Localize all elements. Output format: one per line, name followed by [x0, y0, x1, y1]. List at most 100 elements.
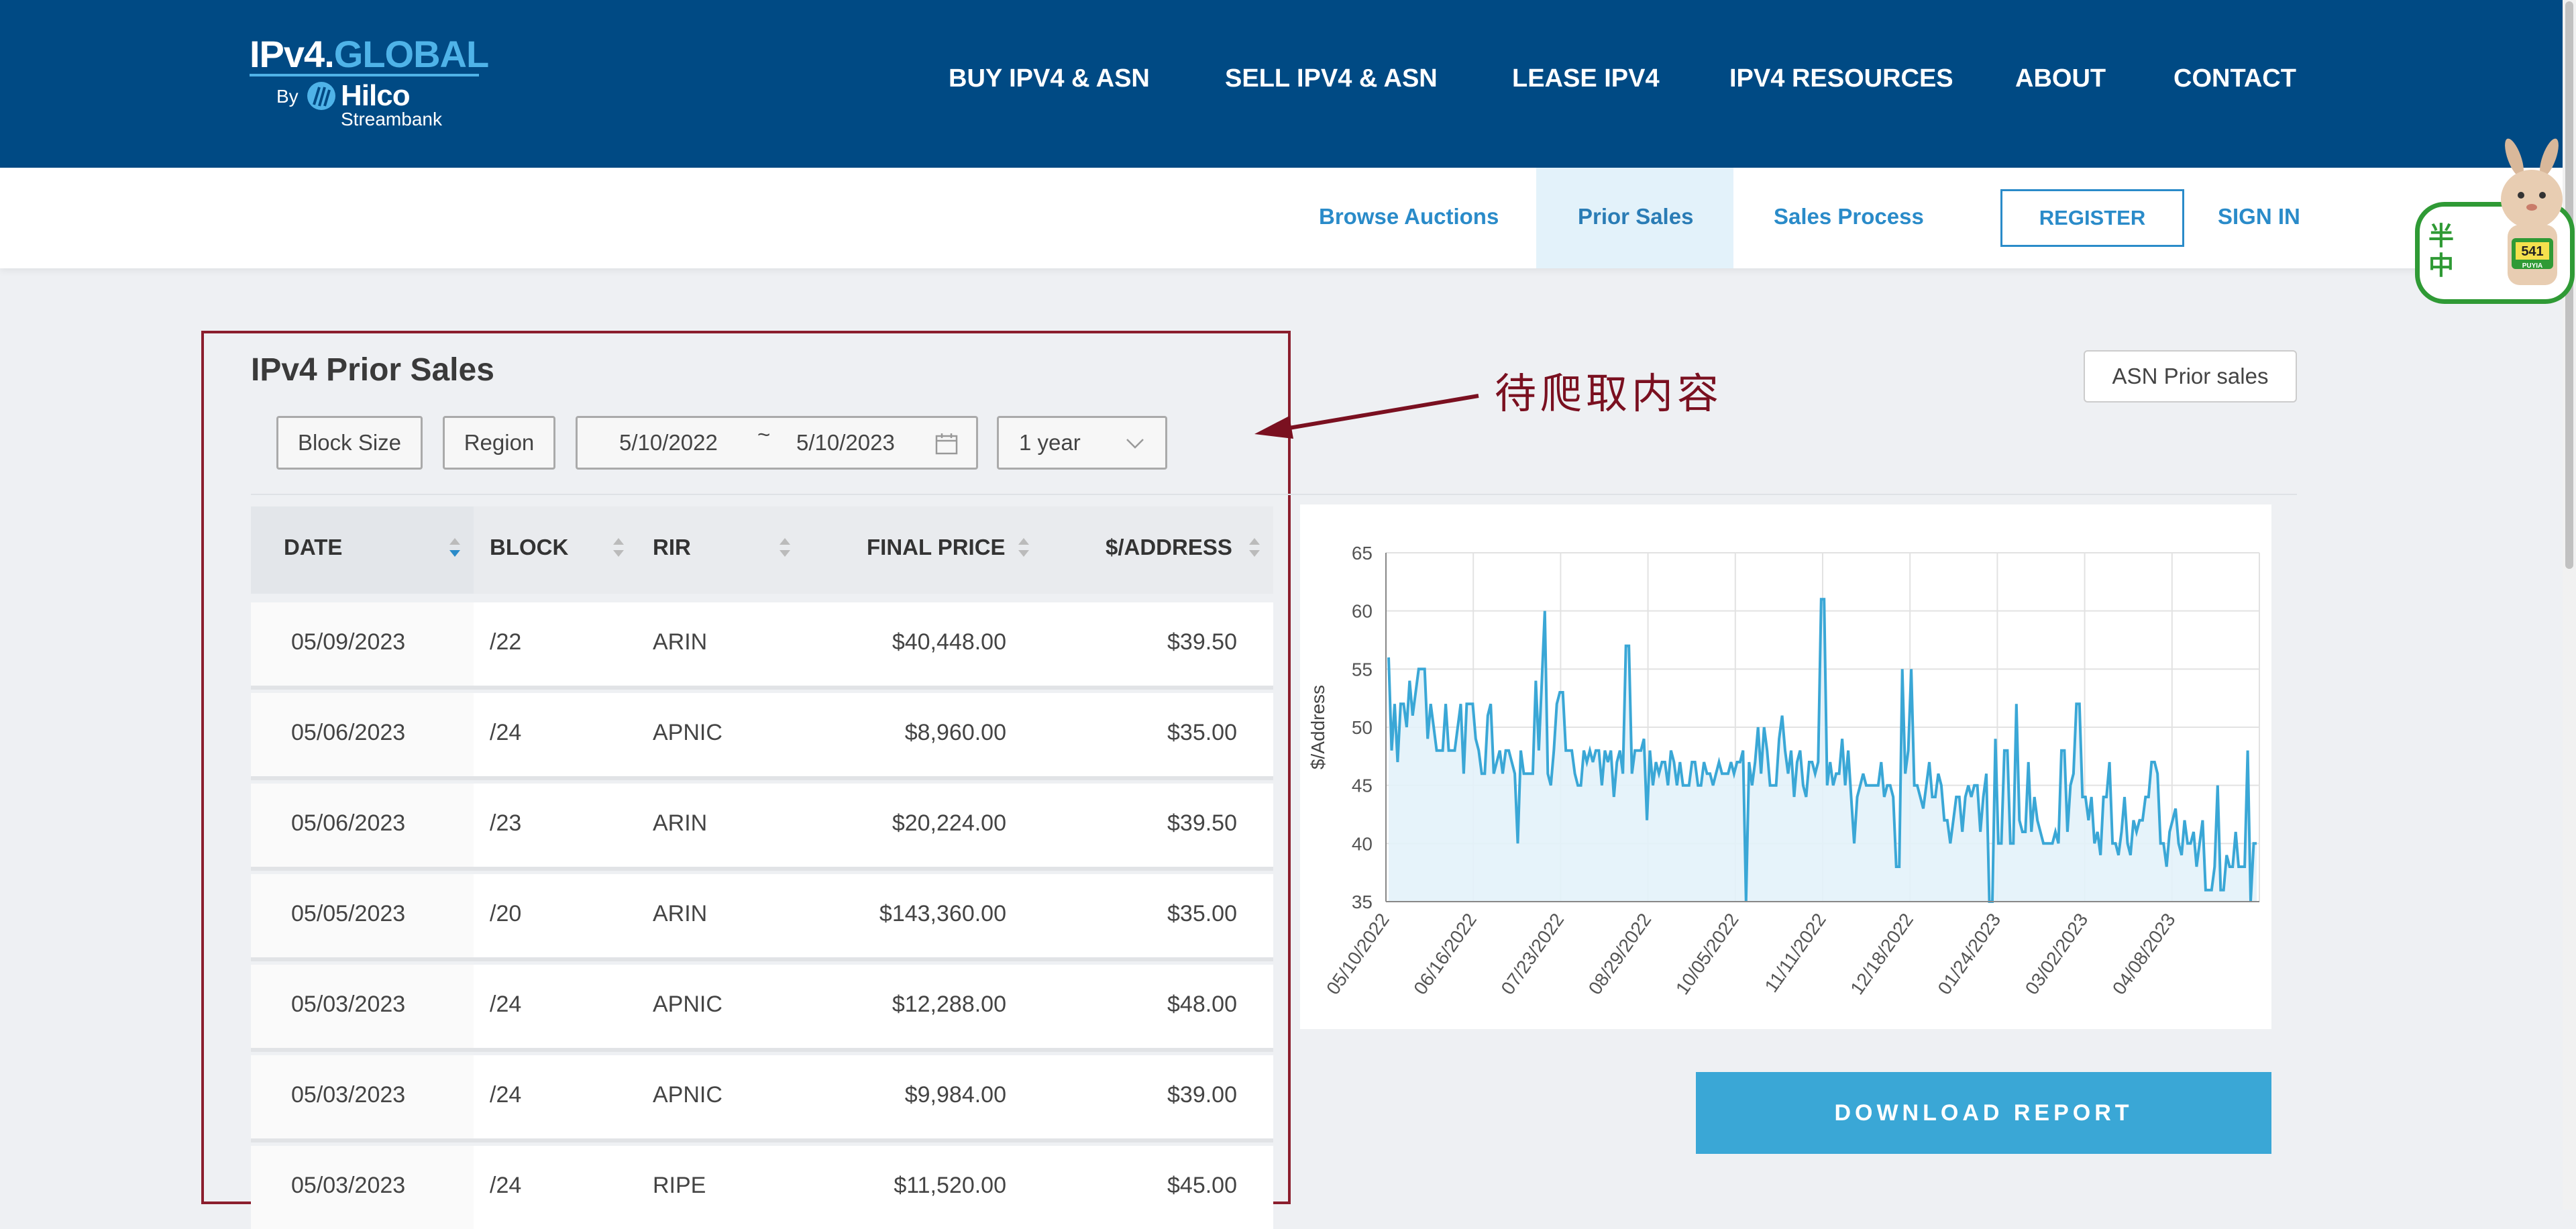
block-size-filter[interactable]: Block Size	[276, 416, 423, 470]
cell-date: 05/03/2023	[291, 1082, 406, 1108]
cell-final-price: $143,360.00	[879, 901, 1006, 926]
region-filter[interactable]: Region	[443, 416, 555, 470]
nav-contact[interactable]: CONTACT	[2174, 64, 2296, 102]
logo-subbrand: Streambank	[341, 109, 442, 129]
secondary-navigation-bar: Browse Auctions Prior Sales Sales Proces…	[0, 168, 2563, 268]
y-tick-label: 60	[1352, 601, 1373, 622]
date-separator: ~	[757, 422, 771, 447]
section-divider	[251, 494, 2297, 495]
table-row[interactable]: 05/06/2023 /23 ARIN $20,224.00 $39.50	[251, 784, 1273, 867]
cell-final-price: $8,960.00	[904, 720, 1006, 745]
column-header-rir[interactable]: RIR	[653, 535, 691, 560]
calendar-icon	[935, 433, 958, 455]
table-row[interactable]: 05/09/2023 /22 ARIN $40,448.00 $39.50	[251, 602, 1273, 686]
series-area	[1389, 599, 2257, 902]
cell-final-price: $9,984.00	[904, 1082, 1006, 1108]
sort-date-icon[interactable]	[448, 537, 462, 558]
sort-block-icon[interactable]	[612, 537, 625, 558]
sort-final-price-icon[interactable]	[1017, 537, 1030, 558]
nav-buy-ipv4-asn[interactable]: BUY IPV4 & ASN	[949, 64, 1150, 102]
download-report-button[interactable]: DOWNLOAD REPORT	[1696, 1072, 2271, 1154]
cell-date: 05/06/2023	[291, 720, 406, 745]
cell-final-price: $12,288.00	[892, 992, 1006, 1017]
y-axis-label: $/Address	[1307, 685, 1328, 769]
cell-block: /22	[490, 629, 522, 655]
top-navigation-bar: IPv4.GLOBAL By Hilco Streambank BUY IPV4…	[0, 0, 2576, 168]
page-title: IPv4 Prior Sales	[251, 352, 494, 388]
date-range-picker[interactable]: 5/10/2022 ~ 5/10/2023	[576, 416, 978, 470]
nav-ipv4-resources[interactable]: IPV4 RESOURCES	[1729, 64, 1953, 102]
x-tick-label: 05/10/2022	[1322, 910, 1393, 999]
column-header-date[interactable]: DATE	[284, 535, 342, 560]
column-header-price-per-address[interactable]: $/ADDRESS	[1106, 535, 1232, 560]
cell-final-price: $40,448.00	[892, 629, 1006, 655]
cell-block: /23	[490, 810, 522, 836]
cell-date: 05/09/2023	[291, 629, 406, 655]
cell-date: 05/03/2023	[291, 992, 406, 1017]
price-per-address-chart[interactable]: 35 40 45 50 55 60 65 05/10/2022 06/16/2022 07/23/…	[1300, 504, 2271, 1029]
table-row[interactable]: 05/03/2023 /24 RIPE $11,520.00 $45.00	[251, 1146, 1273, 1229]
cell-block: /24	[490, 720, 522, 745]
date-to: 5/10/2023	[796, 430, 895, 455]
table-row[interactable]: 05/05/2023 /20 ARIN $143,360.00 $35.00	[251, 874, 1273, 957]
cell-price-per-address: $39.50	[1167, 810, 1237, 836]
cell-block: /24	[490, 1173, 522, 1198]
price-chart-card: 35 40 45 50 55 60 65 05/10/2022 06/16/2022 07/23/…	[1300, 504, 2271, 1029]
x-tick-label: 01/24/2023	[1934, 910, 2005, 999]
period-value: 1 year	[1019, 430, 1081, 455]
rabbit-mascot-icon: 541 PUYIA	[2501, 138, 2563, 285]
subnav-sales-process[interactable]: Sales Process	[1774, 204, 1924, 229]
nav-sell-ipv4-asn[interactable]: SELL IPV4 & ASN	[1225, 64, 1438, 102]
nav-lease-ipv4[interactable]: LEASE IPV4	[1512, 64, 1660, 102]
cell-rir: APNIC	[653, 992, 722, 1017]
period-select[interactable]: 1 year	[997, 416, 1167, 470]
cell-block: /20	[490, 901, 522, 926]
annotation-label: 待爬取内容	[1495, 369, 1723, 418]
cell-price-per-address: $48.00	[1167, 992, 1237, 1017]
logo-brand: Hilco	[341, 79, 411, 112]
register-button[interactable]: REGISTER	[2000, 189, 2184, 247]
cell-rir: RIPE	[653, 1173, 706, 1198]
x-tick-label: 03/02/2023	[2021, 910, 2092, 999]
table-row[interactable]: 05/03/2023 /24 APNIC $9,984.00 $39.00	[251, 1055, 1273, 1138]
cell-final-price: $20,224.00	[892, 810, 1006, 836]
mascot-badge-number: 541	[2521, 244, 2543, 259]
y-tick-label: 35	[1352, 892, 1373, 912]
sort-rir-icon[interactable]	[778, 537, 792, 558]
cell-rir: APNIC	[653, 1082, 722, 1108]
mascot-badge-label: PUYIA	[2522, 262, 2543, 270]
table-row[interactable]: 05/03/2023 /24 APNIC $12,288.00 $48.00	[251, 965, 1273, 1048]
sign-in-link[interactable]: SIGN IN	[2218, 204, 2300, 229]
x-tick-label: 10/05/2022	[1672, 910, 1743, 999]
logo-by: By	[276, 86, 299, 107]
x-tick-label: 11/11/2022	[1761, 910, 1830, 996]
x-tick-label: 04/08/2023	[2108, 910, 2180, 999]
cell-price-per-address: $35.00	[1167, 720, 1237, 745]
cell-price-per-address: $35.00	[1167, 901, 1237, 926]
subnav-browse-auctions[interactable]: Browse Auctions	[1319, 204, 1499, 229]
cell-rir: ARIN	[653, 629, 708, 655]
cell-block: /24	[490, 992, 522, 1017]
site-logo[interactable]: IPv4.GLOBAL By Hilco Streambank	[250, 32, 491, 133]
chevron-down-icon	[1126, 439, 1144, 449]
sort-price-per-address-icon[interactable]	[1248, 537, 1261, 558]
mascot-text: 半中	[2428, 223, 2455, 280]
subnav-prior-sales[interactable]: Prior Sales	[1578, 204, 1693, 229]
y-tick-label: 55	[1352, 659, 1373, 680]
x-tick-label: 12/18/2022	[1846, 910, 1917, 999]
cell-price-per-address: $39.00	[1167, 1082, 1237, 1108]
column-header-block[interactable]: BLOCK	[490, 535, 568, 560]
cell-price-per-address: $39.50	[1167, 629, 1237, 655]
cell-rir: ARIN	[653, 810, 708, 836]
annotation-arrow-icon	[1254, 394, 1479, 439]
cell-date: 05/05/2023	[291, 901, 406, 926]
cell-date: 05/06/2023	[291, 810, 406, 836]
nav-about[interactable]: ABOUT	[2015, 64, 2106, 102]
asn-prior-sales-button[interactable]: ASN Prior sales	[2084, 350, 2297, 403]
table-row[interactable]: 05/06/2023 /24 APNIC $8,960.00 $35.00	[251, 693, 1273, 776]
cell-date: 05/03/2023	[291, 1173, 406, 1198]
mascot-widget[interactable]: 半中 541 PUYIA	[2408, 138, 2576, 312]
logo-underline	[250, 74, 479, 76]
y-tick-label: 45	[1352, 776, 1373, 796]
column-header-final-price[interactable]: FINAL PRICE	[867, 535, 1006, 560]
